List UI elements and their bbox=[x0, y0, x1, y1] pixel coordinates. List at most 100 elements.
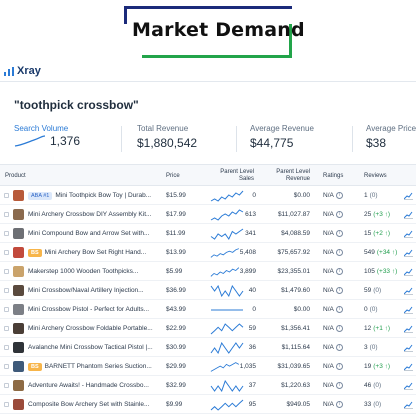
trend-chart-icon[interactable] bbox=[404, 224, 413, 243]
info-icon[interactable]: i bbox=[335, 268, 343, 275]
product-cell[interactable]: Mini Crossbow Pistol - Perfect for Adult… bbox=[28, 300, 162, 319]
trend-chart-icon[interactable] bbox=[404, 281, 413, 300]
reviews-cell: 105 (+33 ↑) bbox=[364, 262, 397, 281]
product-name[interactable]: Mini Toothpick Bow Toy | Durab... bbox=[55, 192, 151, 199]
row-select-checkbox[interactable] bbox=[4, 395, 9, 414]
product-name[interactable]: Mini Archery Crossbow Foldable Portable.… bbox=[28, 325, 153, 332]
product-thumbnail[interactable] bbox=[13, 243, 24, 262]
trend-chart-icon[interactable] bbox=[404, 186, 413, 205]
revenue-cell: $31,039.65 bbox=[277, 363, 310, 370]
product-cell[interactable]: Avalanche Mini Crossbow Tactical Pistol … bbox=[28, 338, 162, 357]
product-thumbnail[interactable] bbox=[13, 300, 24, 319]
price-cell: $29.99 bbox=[166, 363, 186, 370]
column-header-sales[interactable]: Parent Level Sales bbox=[212, 165, 254, 187]
product-cell[interactable]: BS BARNETT Phantom Series Suction... bbox=[28, 357, 162, 376]
product-name[interactable]: Avalanche Mini Crossbow Tactical Pistol … bbox=[28, 344, 153, 351]
product-name[interactable]: Mini Compound Bow and Arrow Set with... bbox=[28, 230, 149, 237]
product-thumbnail[interactable] bbox=[13, 319, 24, 338]
table-row[interactable]: Mini Archery Crossbow DIY Assembly Kit..… bbox=[0, 205, 416, 224]
product-name[interactable]: BARNETT Phantom Series Suction... bbox=[45, 363, 152, 370]
product-cell[interactable]: Makerstep 1000 Wooden Toothpicks... bbox=[28, 262, 162, 281]
column-header-revenue[interactable]: Parent Level Revenue bbox=[265, 165, 310, 187]
column-header-price[interactable]: Price bbox=[166, 165, 180, 187]
table-row[interactable]: Adventure Awaits! - Handmade Crossbo... … bbox=[0, 376, 416, 395]
trend-chart-icon[interactable] bbox=[404, 205, 413, 224]
product-thumbnail[interactable] bbox=[13, 395, 24, 414]
table-row[interactable]: Makerstep 1000 Wooden Toothpicks... $5.9… bbox=[0, 262, 416, 281]
product-thumbnail[interactable] bbox=[13, 376, 24, 395]
product-thumbnail[interactable] bbox=[13, 281, 24, 300]
product-cell[interactable]: Composite Bow Archery Set with Stainle..… bbox=[28, 395, 162, 414]
row-select-checkbox[interactable] bbox=[4, 357, 9, 376]
price-cell: $22.99 bbox=[166, 325, 186, 332]
table-row[interactable]: ABA #1 Mini Toothpick Bow Toy | Durab... … bbox=[0, 186, 416, 205]
product-thumbnail[interactable] bbox=[13, 338, 24, 357]
trend-chart-icon[interactable] bbox=[404, 376, 413, 395]
row-select-checkbox[interactable] bbox=[4, 281, 9, 300]
row-select-checkbox[interactable] bbox=[4, 186, 9, 205]
row-select-checkbox[interactable] bbox=[4, 300, 9, 319]
ratings-cell: N/A i bbox=[323, 319, 343, 338]
product-name[interactable]: Mini Crossbow Pistol - Perfect for Adult… bbox=[28, 306, 149, 313]
info-icon[interactable]: i bbox=[335, 306, 343, 313]
product-name[interactable]: Mini Archery Bow Set Right Hand... bbox=[45, 249, 147, 256]
product-name[interactable]: Adventure Awaits! - Handmade Crossbo... bbox=[28, 382, 149, 389]
product-name[interactable]: Makerstep 1000 Wooden Toothpicks... bbox=[28, 268, 138, 275]
table-row[interactable]: BS Mini Archery Bow Set Right Hand... $13… bbox=[0, 243, 416, 262]
column-header-ratings[interactable]: Ratings bbox=[323, 165, 343, 187]
table-row[interactable]: Mini Compound Bow and Arrow Set with... … bbox=[0, 224, 416, 243]
table-row[interactable]: Mini Crossbow/Naval Artillery Injection.… bbox=[0, 281, 416, 300]
table-row[interactable]: BS BARNETT Phantom Series Suction... $29.… bbox=[0, 357, 416, 376]
info-icon[interactable]: i bbox=[335, 230, 343, 237]
row-select-checkbox[interactable] bbox=[4, 262, 9, 281]
best-seller-badge: BS bbox=[28, 248, 42, 257]
product-cell[interactable]: BS Mini Archery Bow Set Right Hand... bbox=[28, 243, 162, 262]
product-thumbnail[interactable] bbox=[13, 224, 24, 243]
column-header-product[interactable]: Product bbox=[5, 165, 26, 187]
table-row[interactable]: Mini Archery Crossbow Foldable Portable.… bbox=[0, 319, 416, 338]
trend-chart-icon[interactable] bbox=[404, 319, 413, 338]
reviews-cell: 25 (+3 ↑) bbox=[364, 205, 390, 224]
table-row[interactable]: Avalanche Mini Crossbow Tactical Pistol … bbox=[0, 338, 416, 357]
trend-chart-icon[interactable] bbox=[404, 395, 413, 414]
ratings-cell: N/A i bbox=[323, 205, 343, 224]
info-icon[interactable]: i bbox=[335, 249, 343, 256]
trend-chart-icon[interactable] bbox=[404, 338, 413, 357]
reviews-change: (0) bbox=[373, 382, 382, 389]
info-icon[interactable]: i bbox=[335, 287, 343, 294]
product-name[interactable]: Composite Bow Archery Set with Stainle..… bbox=[28, 401, 149, 408]
product-thumbnail[interactable] bbox=[13, 262, 24, 281]
info-icon[interactable]: i bbox=[335, 363, 343, 370]
trend-chart-icon[interactable] bbox=[404, 243, 413, 262]
reviews-cell: 46 (0) bbox=[364, 376, 381, 395]
product-cell[interactable]: Mini Compound Bow and Arrow Set with... bbox=[28, 224, 162, 243]
product-cell[interactable]: Adventure Awaits! - Handmade Crossbo... bbox=[28, 376, 162, 395]
trend-chart-icon[interactable] bbox=[404, 262, 413, 281]
product-cell[interactable]: ABA #1 Mini Toothpick Bow Toy | Durab... bbox=[28, 186, 162, 205]
row-select-checkbox[interactable] bbox=[4, 224, 9, 243]
info-icon[interactable]: i bbox=[335, 325, 343, 332]
table-row[interactable]: Composite Bow Archery Set with Stainle..… bbox=[0, 395, 416, 414]
product-name[interactable]: Mini Crossbow/Naval Artillery Injection.… bbox=[28, 287, 144, 294]
trend-chart-icon[interactable] bbox=[404, 357, 413, 376]
info-icon[interactable]: i bbox=[335, 211, 343, 218]
product-cell[interactable]: Mini Archery Crossbow Foldable Portable.… bbox=[28, 319, 162, 338]
product-thumbnail[interactable] bbox=[13, 186, 24, 205]
info-icon[interactable]: i bbox=[335, 344, 343, 351]
table-row[interactable]: Mini Crossbow Pistol - Perfect for Adult… bbox=[0, 300, 416, 319]
row-select-checkbox[interactable] bbox=[4, 338, 9, 357]
row-select-checkbox[interactable] bbox=[4, 243, 9, 262]
row-select-checkbox[interactable] bbox=[4, 319, 9, 338]
row-select-checkbox[interactable] bbox=[4, 205, 9, 224]
product-name[interactable]: Mini Archery Crossbow DIY Assembly Kit..… bbox=[28, 211, 151, 218]
product-thumbnail[interactable] bbox=[13, 357, 24, 376]
row-select-checkbox[interactable] bbox=[4, 376, 9, 395]
info-icon[interactable]: i bbox=[335, 401, 343, 408]
info-icon[interactable]: i bbox=[335, 382, 343, 389]
column-header-reviews[interactable]: Reviews bbox=[364, 165, 387, 187]
product-cell[interactable]: Mini Archery Crossbow DIY Assembly Kit..… bbox=[28, 205, 162, 224]
product-cell[interactable]: Mini Crossbow/Naval Artillery Injection.… bbox=[28, 281, 162, 300]
product-thumbnail[interactable] bbox=[13, 205, 24, 224]
info-icon[interactable]: i bbox=[335, 192, 343, 199]
trend-chart-icon[interactable] bbox=[404, 300, 413, 319]
